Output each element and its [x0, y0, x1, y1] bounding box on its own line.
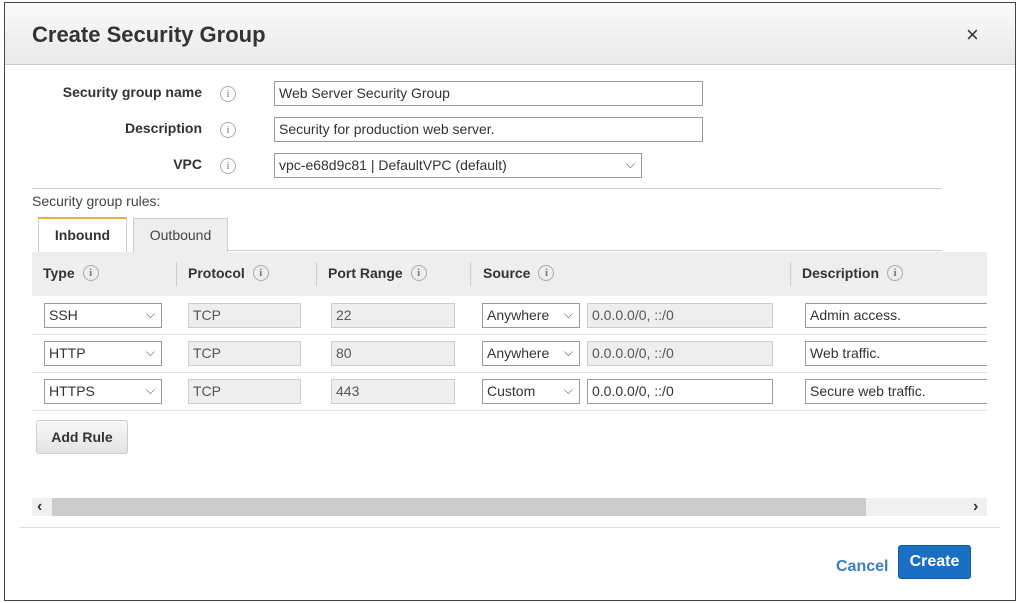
- row-separator: [32, 334, 987, 335]
- chevron-down-icon: ⌵: [145, 383, 155, 397]
- row-separator: [32, 372, 987, 373]
- rule-description-input[interactable]: Web traffic.: [805, 341, 987, 366]
- info-icon[interactable]: i: [538, 265, 555, 281]
- column-port-range: Port Range i: [328, 265, 427, 281]
- column-description: Description i: [802, 265, 904, 281]
- port-range-field: 22: [331, 303, 455, 328]
- type-select[interactable]: HTTP ⌵: [44, 341, 162, 366]
- info-icon[interactable]: i: [887, 265, 904, 281]
- port-range-field: 80: [331, 341, 455, 366]
- protocol-field: TCP: [188, 379, 301, 404]
- rule-description-input[interactable]: Secure web traffic.: [805, 379, 987, 404]
- column-source: Source i: [483, 265, 555, 281]
- chevron-down-icon: ⌵: [563, 345, 573, 359]
- column-type: Type i: [43, 265, 99, 281]
- rules-label: Security group rules:: [32, 193, 161, 209]
- info-icon[interactable]: i: [410, 265, 427, 281]
- source-select[interactable]: Custom ⌵: [482, 379, 580, 404]
- scroll-left-icon[interactable]: ‹: [37, 498, 42, 516]
- source-cidr-input: 0.0.0.0/0, ::/0: [587, 341, 773, 366]
- info-icon[interactable]: i: [220, 122, 236, 138]
- protocol-field: TCP: [188, 341, 301, 366]
- info-icon[interactable]: i: [252, 265, 269, 281]
- add-rule-button[interactable]: Add Rule: [36, 420, 128, 454]
- rule-description-input[interactable]: Admin access.: [805, 303, 987, 328]
- description-label: Description: [124, 120, 202, 136]
- close-icon[interactable]: ×: [966, 22, 979, 48]
- tab-inbound[interactable]: Inbound: [38, 217, 127, 253]
- column-separator: [316, 262, 317, 286]
- create-button[interactable]: Create: [898, 545, 971, 579]
- divider: [32, 188, 942, 189]
- chevron-down-icon: ⌵: [145, 307, 155, 321]
- info-icon[interactable]: i: [220, 86, 236, 102]
- source-cidr-input: 0.0.0.0/0, ::/0: [587, 303, 773, 328]
- chevron-down-icon: ⌵: [563, 383, 573, 397]
- tab-outbound[interactable]: Outbound: [133, 218, 228, 252]
- footer-divider: [20, 527, 1000, 528]
- vpc-label: VPC: [173, 156, 202, 172]
- security-group-name-input[interactable]: Web Server Security Group: [274, 81, 703, 106]
- vpc-select[interactable]: vpc-e68d9c81 | DefaultVPC (default) ⌵: [274, 153, 642, 178]
- source-select[interactable]: Anywhere ⌵: [482, 341, 580, 366]
- chevron-down-icon: ⌵: [563, 307, 573, 321]
- source-select[interactable]: Anywhere ⌵: [482, 303, 580, 328]
- info-icon[interactable]: i: [82, 265, 99, 281]
- cancel-button[interactable]: Cancel: [836, 558, 888, 576]
- info-icon[interactable]: i: [220, 158, 236, 174]
- type-select[interactable]: SSH ⌵: [44, 303, 162, 328]
- column-separator: [470, 262, 471, 286]
- type-select[interactable]: HTTPS ⌵: [44, 379, 162, 404]
- tab-divider: [228, 250, 942, 251]
- chevron-down-icon: ⌵: [145, 345, 155, 359]
- column-protocol: Protocol i: [188, 265, 269, 281]
- dialog-title: Create Security Group: [32, 22, 266, 47]
- protocol-field: TCP: [188, 303, 301, 328]
- scrollbar-thumb[interactable]: [52, 498, 866, 516]
- scroll-right-icon[interactable]: ›: [973, 498, 978, 516]
- column-separator: [176, 262, 177, 286]
- source-cidr-input[interactable]: 0.0.0.0/0, ::/0: [587, 379, 773, 404]
- port-range-field: 443: [331, 379, 455, 404]
- description-input[interactable]: Security for production web server.: [274, 117, 703, 142]
- vpc-value: vpc-e68d9c81 | DefaultVPC (default): [279, 157, 507, 173]
- chevron-down-icon: ⌵: [625, 157, 635, 171]
- security-group-name-label: Security group name: [62, 84, 202, 100]
- row-separator: [32, 410, 987, 411]
- column-separator: [790, 262, 791, 286]
